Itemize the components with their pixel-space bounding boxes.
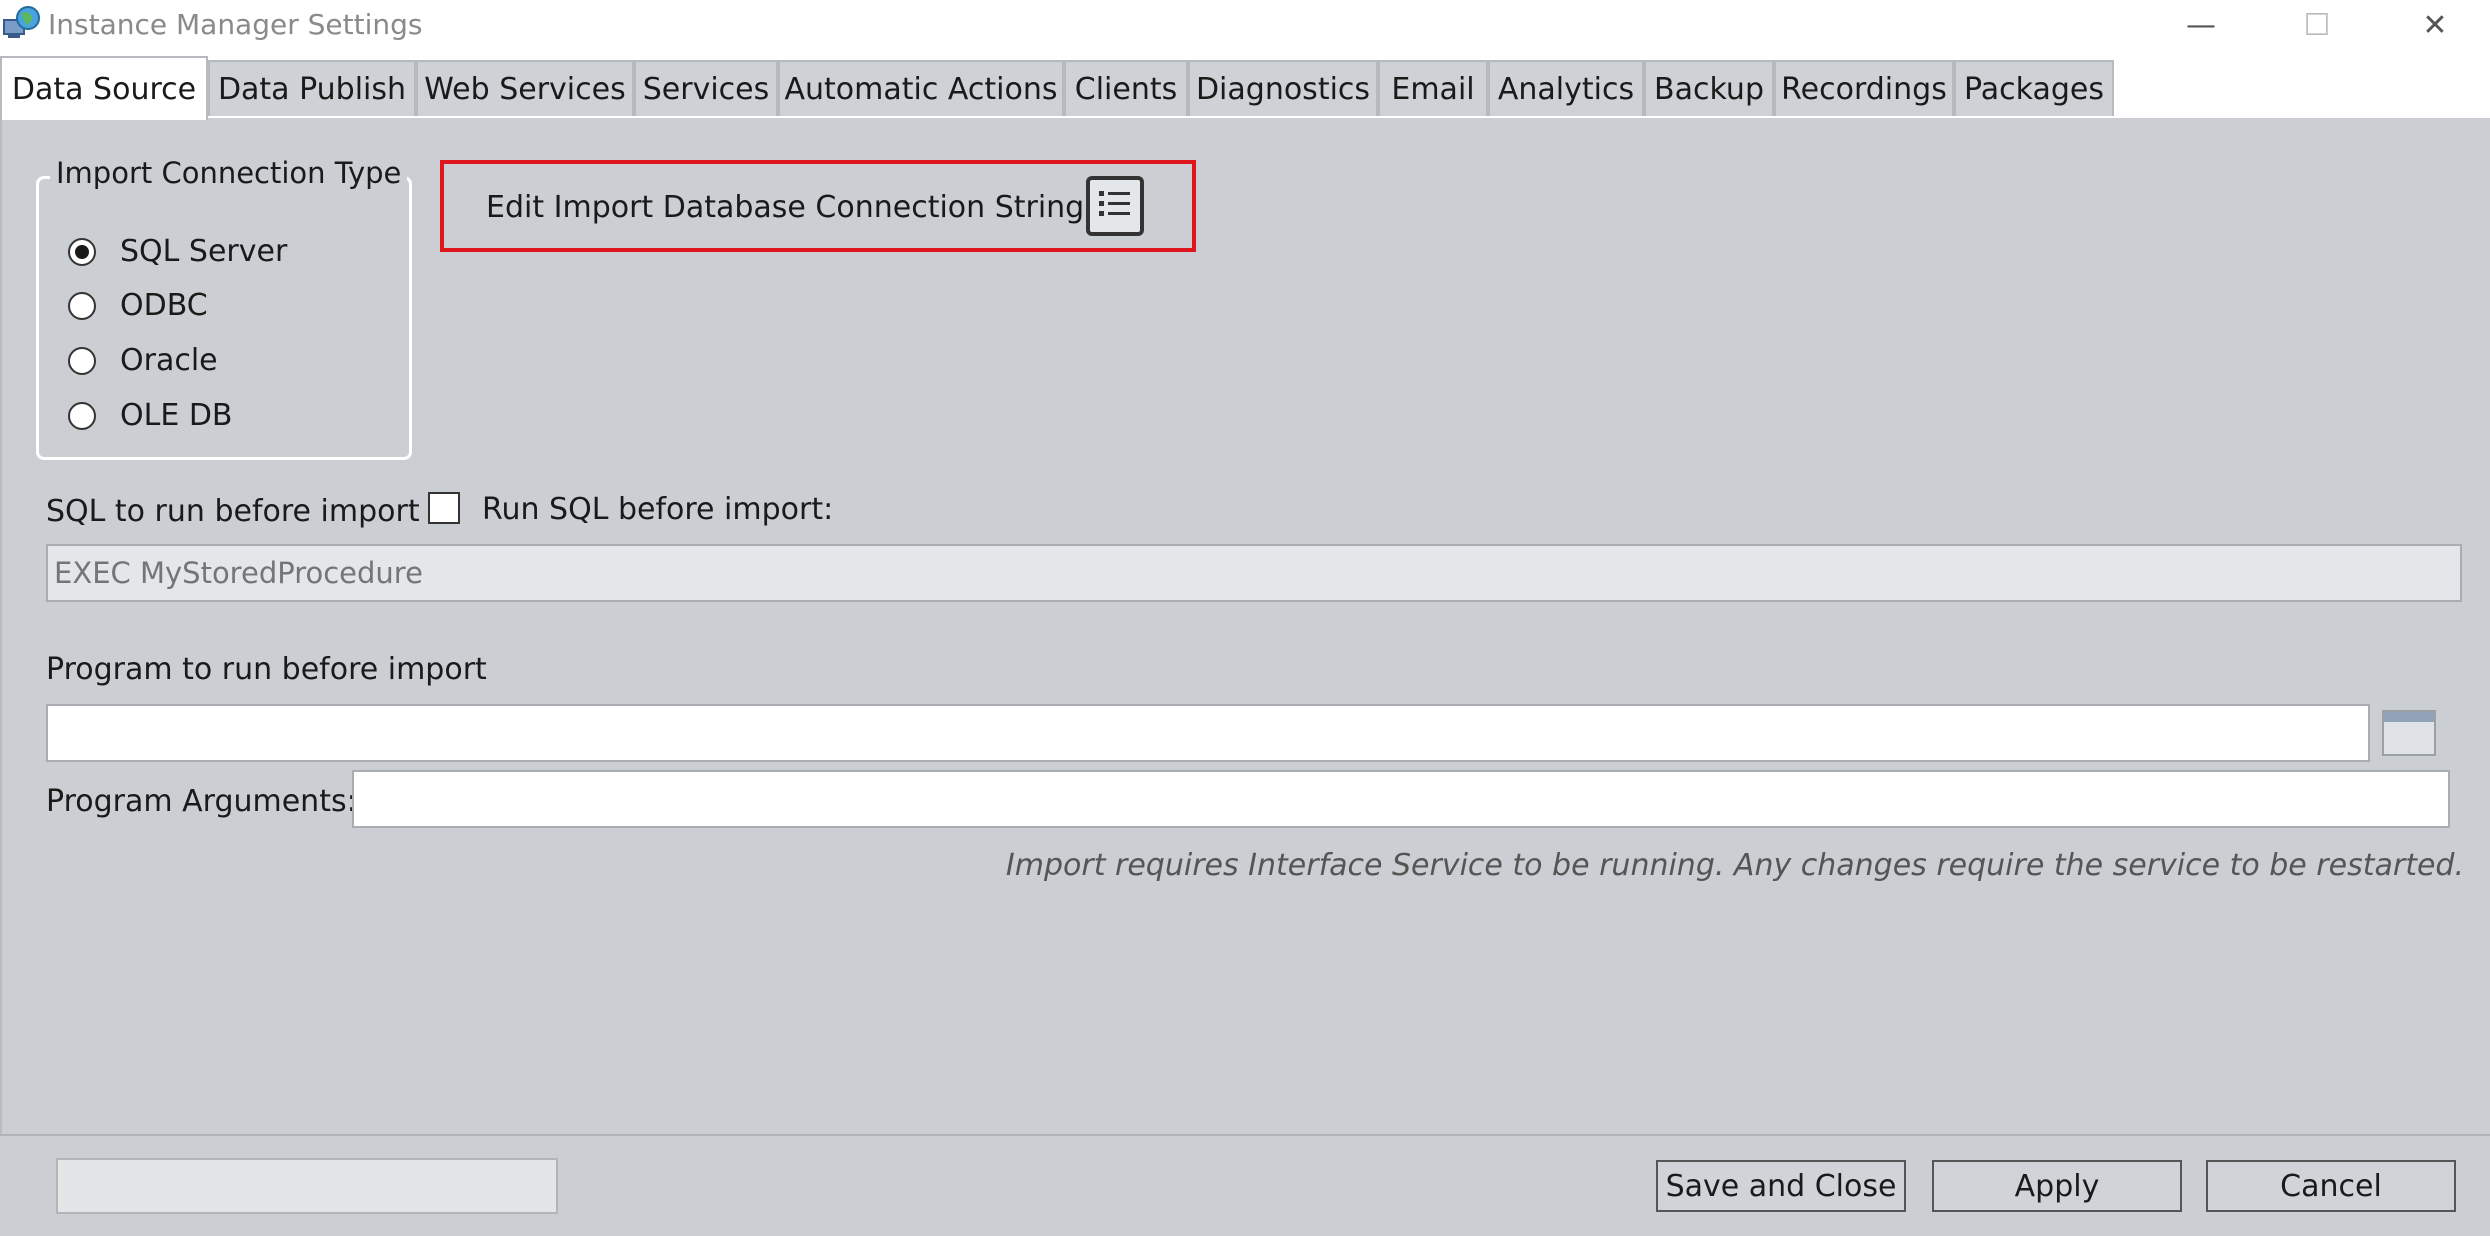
- radio-sql-server[interactable]: SQL Server: [68, 234, 287, 269]
- window-title: Instance Manager Settings: [48, 8, 423, 41]
- footer-bar: Save and Close Apply Cancel: [0, 1134, 2490, 1236]
- radio-odbc[interactable]: ODBC: [68, 288, 208, 323]
- tab-label: Analytics: [1497, 71, 1635, 107]
- minimize-button[interactable]: —: [2146, 0, 2256, 50]
- tab-label: Services: [642, 71, 770, 107]
- tab-label: Backup: [1654, 71, 1764, 107]
- tab-web-services[interactable]: Web Services: [416, 60, 634, 116]
- edit-connection-string-button[interactable]: [1086, 176, 1144, 236]
- tab-analytics[interactable]: Analytics: [1488, 60, 1644, 116]
- app-globe-icon: [3, 6, 40, 38]
- radio-label: Oracle: [120, 343, 218, 378]
- tab-data-source[interactable]: Data Source: [0, 56, 208, 120]
- radio-label: OLE DB: [120, 398, 233, 433]
- tab-label: Packages: [1964, 71, 2104, 107]
- tab-recordings[interactable]: Recordings: [1774, 60, 1954, 116]
- radio-ole-db[interactable]: OLE DB: [68, 398, 233, 433]
- tab-bar: Data Source Data Publish Web Services Se…: [0, 56, 2490, 120]
- edit-connection-string-label: Edit Import Database Connection String: [486, 190, 1085, 225]
- program-before-import-label: Program to run before import: [46, 652, 487, 687]
- tab-label: Web Services: [424, 71, 626, 107]
- minimize-icon: —: [2186, 7, 2216, 43]
- maximize-icon: ☐: [2303, 7, 2331, 43]
- radio-unselected-icon[interactable]: [68, 291, 96, 320]
- radio-unselected-icon[interactable]: [68, 346, 96, 375]
- status-progress-bar: [56, 1158, 558, 1214]
- tab-label: Automatic Actions: [784, 71, 1058, 107]
- title-bar: Instance Manager Settings — ☐ ✕: [0, 0, 2490, 54]
- browse-program-button[interactable]: [2382, 710, 2436, 756]
- tab-label: Email: [1391, 71, 1475, 107]
- program-path-input[interactable]: [46, 704, 2370, 762]
- program-arguments-label: Program Arguments:: [46, 784, 357, 819]
- import-connection-title: Import Connection Type: [50, 156, 408, 190]
- service-restart-note: Import requires Interface Service to be …: [1005, 848, 2464, 883]
- tab-label: Clients: [1074, 71, 1178, 107]
- tab-automatic-actions[interactable]: Automatic Actions: [778, 60, 1064, 116]
- tab-packages[interactable]: Packages: [1954, 60, 2114, 116]
- sql-before-import-label: SQL to run before import: [46, 494, 420, 529]
- cancel-button[interactable]: Cancel: [2206, 1160, 2456, 1212]
- list-icon: [1099, 191, 1130, 216]
- tab-label: Recordings: [1781, 71, 1947, 107]
- run-sql-checkbox[interactable]: [428, 492, 460, 524]
- sql-before-import-input[interactable]: [46, 544, 2462, 602]
- tab-data-publish[interactable]: Data Publish: [208, 60, 416, 116]
- edit-connection-string-highlight: Edit Import Database Connection String: [440, 160, 1196, 252]
- apply-button[interactable]: Apply: [1932, 1160, 2182, 1212]
- tab-backup[interactable]: Backup: [1644, 60, 1774, 116]
- radio-unselected-icon[interactable]: [68, 401, 96, 430]
- tab-label: Data Source: [11, 71, 197, 107]
- radio-label: ODBC: [120, 288, 208, 323]
- program-arguments-input[interactable]: [352, 770, 2450, 828]
- tab-clients[interactable]: Clients: [1064, 60, 1188, 116]
- tab-email[interactable]: Email: [1378, 60, 1488, 116]
- radio-label: SQL Server: [120, 234, 288, 269]
- tab-label: Data Publish: [217, 71, 407, 107]
- save-and-close-button[interactable]: Save and Close: [1656, 1160, 1906, 1212]
- run-sql-checkbox-label[interactable]: Run SQL before import:: [482, 492, 833, 527]
- close-icon: ✕: [2422, 7, 2448, 43]
- maximize-button[interactable]: ☐: [2262, 0, 2372, 50]
- tab-diagnostics[interactable]: Diagnostics: [1188, 60, 1378, 116]
- window-browse-icon: [2384, 712, 2434, 722]
- tab-services[interactable]: Services: [634, 60, 778, 116]
- radio-oracle[interactable]: Oracle: [68, 343, 218, 378]
- close-button[interactable]: ✕: [2380, 0, 2490, 50]
- tab-label: Diagnostics: [1195, 71, 1371, 107]
- radio-selected-icon[interactable]: [68, 237, 96, 266]
